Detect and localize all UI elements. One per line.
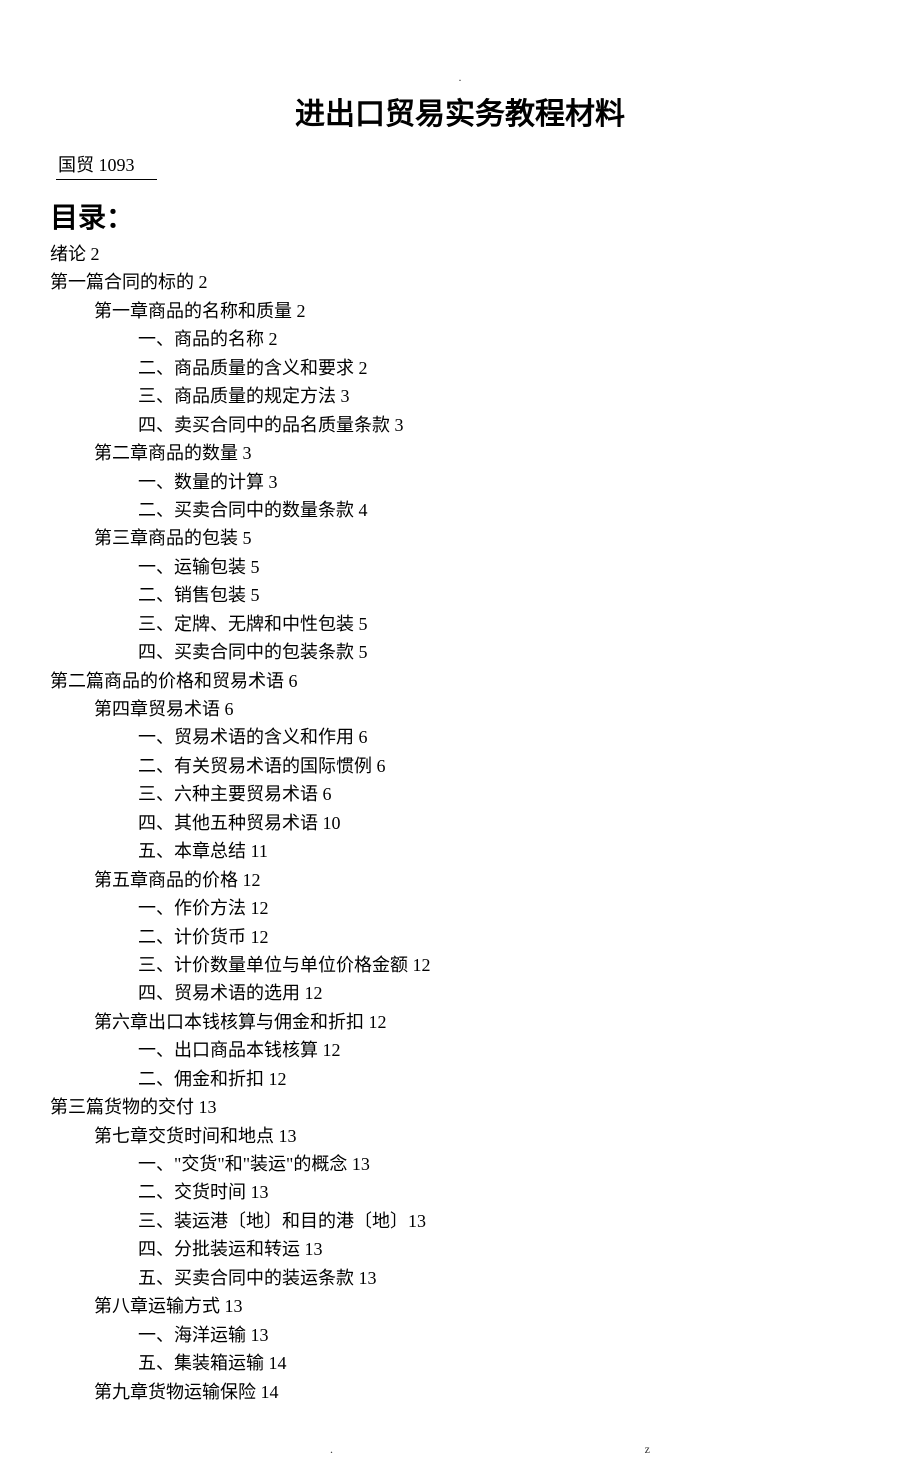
toc-entry: 二、交货时间 13 <box>138 1178 870 1206</box>
toc-entry: 三、装运港〔地〕和目的港〔地〕13 <box>138 1207 870 1235</box>
toc-entry: 第六章出口本钱核算与佣金和折扣 12 <box>94 1008 870 1036</box>
toc-entry: 五、本章总结 11 <box>138 837 870 865</box>
toc-entry: 二、销售包装 5 <box>138 581 870 609</box>
toc-entry: 一、海洋运输 13 <box>138 1321 870 1349</box>
toc-entry: 五、集装箱运输 14 <box>138 1349 870 1377</box>
toc-entry: 三、六种主要贸易术语 6 <box>138 780 870 808</box>
header-mark: . <box>50 70 870 85</box>
toc-entry: 第三章商品的包装 5 <box>94 524 870 552</box>
toc-entry: 五、买卖合同中的装运条款 13 <box>138 1264 870 1292</box>
toc-entry: 四、卖买合同中的品名质量条款 3 <box>138 411 870 439</box>
document-title: 进出口贸易实务教程材料 <box>50 89 870 133</box>
toc-entry: 第四章贸易术语 6 <box>94 695 870 723</box>
toc-entry: 第一章商品的名称和质量 2 <box>94 297 870 325</box>
footer-right: z <box>645 1442 650 1457</box>
table-of-contents: 绪论 2第一篇合同的标的 2第一章商品的名称和质量 2一、商品的名称 2二、商品… <box>50 240 870 1406</box>
toc-entry: 绪论 2 <box>50 240 870 268</box>
footer-left: . <box>330 1442 333 1457</box>
class-code: 国贸 1093 <box>56 151 157 180</box>
toc-entry: 一、商品的名称 2 <box>138 325 870 353</box>
toc-entry: 第九章货物运输保险 14 <box>94 1378 870 1406</box>
toc-entry: 第八章运输方式 13 <box>94 1292 870 1320</box>
page-footer: . z <box>330 1442 650 1457</box>
toc-entry: 一、贸易术语的含义和作用 6 <box>138 723 870 751</box>
toc-heading: 目录： <box>50 196 870 236</box>
toc-entry: 三、定牌、无牌和中性包装 5 <box>138 610 870 638</box>
toc-entry: 三、计价数量单位与单位价格金额 12 <box>138 951 870 979</box>
toc-entry: 一、作价方法 12 <box>138 894 870 922</box>
toc-entry: 一、出口商品本钱核算 12 <box>138 1036 870 1064</box>
toc-entry: 第二篇商品的价格和贸易术语 6 <box>50 667 870 695</box>
toc-entry: 一、"交货"和"装运"的概念 13 <box>138 1150 870 1178</box>
toc-entry: 第一篇合同的标的 2 <box>50 268 870 296</box>
toc-entry: 二、佣金和折扣 12 <box>138 1065 870 1093</box>
toc-entry: 四、贸易术语的选用 12 <box>138 979 870 1007</box>
toc-entry: 第二章商品的数量 3 <box>94 439 870 467</box>
toc-entry: 一、运输包装 5 <box>138 553 870 581</box>
toc-entry: 四、分批装运和转运 13 <box>138 1235 870 1263</box>
toc-entry: 二、买卖合同中的数量条款 4 <box>138 496 870 524</box>
toc-entry: 二、有关贸易术语的国际惯例 6 <box>138 752 870 780</box>
toc-entry: 四、其他五种贸易术语 10 <box>138 809 870 837</box>
toc-entry: 第三篇货物的交付 13 <box>50 1093 870 1121</box>
toc-entry: 第五章商品的价格 12 <box>94 866 870 894</box>
toc-entry: 三、商品质量的规定方法 3 <box>138 382 870 410</box>
document-page: . 进出口贸易实务教程材料 国贸 1093 目录： 绪论 2第一篇合同的标的 2… <box>0 0 920 1477</box>
toc-entry: 二、计价货币 12 <box>138 923 870 951</box>
toc-entry: 第七章交货时间和地点 13 <box>94 1122 870 1150</box>
toc-entry: 四、买卖合同中的包装条款 5 <box>138 638 870 666</box>
toc-entry: 一、数量的计算 3 <box>138 468 870 496</box>
toc-entry: 二、商品质量的含义和要求 2 <box>138 354 870 382</box>
